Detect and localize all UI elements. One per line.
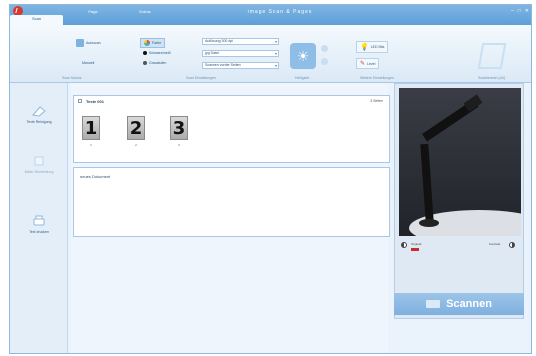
scan-button[interactable]: Scannen: [394, 293, 524, 315]
page-thumbnail[interactable]: 1: [82, 116, 100, 140]
contrast-left-icon[interactable]: [401, 242, 407, 248]
page-number: 3: [178, 143, 180, 147]
tab-page[interactable]: Page: [78, 9, 108, 19]
close-button[interactable]: ✕: [525, 8, 529, 14]
led-button[interactable]: 💡 LED Bits: [356, 41, 389, 53]
gray-mode-button[interactable]: Graustufen: [143, 61, 166, 65]
color-icon: [144, 40, 150, 46]
scan-area-icon[interactable]: [477, 43, 507, 69]
window-controls: – □ ✕: [511, 8, 529, 14]
brightness-up-icon[interactable]: [321, 45, 328, 52]
page-number: 1: [90, 143, 92, 147]
resolution-select[interactable]: Auflösung 300 dpi: [202, 38, 279, 45]
group-label-scan-area: Scanbereich (A4): [478, 76, 506, 80]
document-card[interactable]: Texte 001 3 Seiten 1 1 2 2 3 3: [73, 95, 390, 163]
group-label-scan-settings: Scan Einstellungen: [186, 76, 216, 80]
minimize-button[interactable]: –: [511, 8, 514, 14]
manual-button[interactable]: Manuell: [82, 61, 94, 65]
color-mode-button[interactable]: Farbe: [140, 38, 166, 48]
printer-icon: [33, 215, 45, 226]
brightness-down-icon[interactable]: [321, 58, 328, 65]
bw-icon: [143, 51, 147, 55]
page-number: 2: [135, 143, 137, 147]
window-title: image Scan & Pages: [247, 9, 313, 15]
bulb-icon: 💡: [360, 44, 369, 51]
left-panel: Texte Reinigung Bilder Bearbeitung Text …: [10, 83, 68, 353]
application-window: Scan Page Extras image Scan & Pages – □ …: [9, 4, 532, 354]
eraser-icon: [32, 106, 46, 117]
level-button[interactable]: ✎ Level: [356, 58, 380, 69]
document-page-count: 3 Seiten: [370, 99, 383, 103]
group-label-more-settings: Weitere Einstellungen: [360, 76, 394, 80]
new-document-card[interactable]: neues Dokument: [73, 167, 390, 237]
slider-label-contrast: Kontrast: [489, 242, 501, 246]
nav-image-editing[interactable]: Bilder Bearbeitung: [14, 155, 64, 174]
group-label-scan-mode: Scan Modus: [62, 76, 82, 80]
nav-text-cleaning[interactable]: Texte Reinigung: [14, 105, 64, 124]
new-document-label: neues Dokument: [80, 174, 111, 179]
sides-select[interactable]: Scannen vorder Seiten: [202, 62, 279, 69]
document-camera-illustration: [409, 94, 521, 236]
tab-scan[interactable]: Scan: [10, 15, 63, 25]
title-bar: Scan Page Extras image Scan & Pages – □ …: [10, 5, 531, 25]
document-area: Texte 001 3 Seiten 1 1 2 2 3 3 neues Dok…: [71, 83, 390, 353]
scanner-icon: [426, 300, 441, 308]
bw-mode-button[interactable]: Schwarz/weiß: [143, 51, 171, 55]
slider-indicator: [411, 248, 419, 251]
contrast-right-icon[interactable]: [509, 242, 515, 248]
brightness-icon[interactable]: ☀: [290, 43, 316, 69]
tab-extras[interactable]: Extras: [130, 9, 160, 19]
autoscan-button[interactable]: Autoscan: [76, 39, 101, 47]
ribbon: Autoscan Manuell Farbe Schwarz/weiß Grau…: [10, 25, 531, 83]
maximize-button[interactable]: □: [518, 8, 521, 14]
gray-icon: [143, 61, 147, 65]
camera-preview-image: [399, 88, 521, 236]
document-title: Texte 001: [86, 99, 104, 104]
autoscan-icon: [76, 39, 84, 47]
page-thumbnail[interactable]: 3: [170, 116, 188, 140]
nav-print-text[interactable]: Text drucken: [14, 215, 64, 234]
edit-icon: [34, 156, 44, 166]
slider-label-original: Original: [411, 242, 422, 246]
camera-preview-panel: Original Kontrast: [394, 83, 524, 319]
format-select[interactable]: jpg Datei: [202, 50, 279, 57]
group-label-brightness: Helligkeit: [295, 76, 310, 80]
page-thumbnail[interactable]: 2: [127, 116, 145, 140]
document-checkbox[interactable]: [78, 99, 82, 103]
level-pen-icon: ✎: [360, 61, 366, 67]
